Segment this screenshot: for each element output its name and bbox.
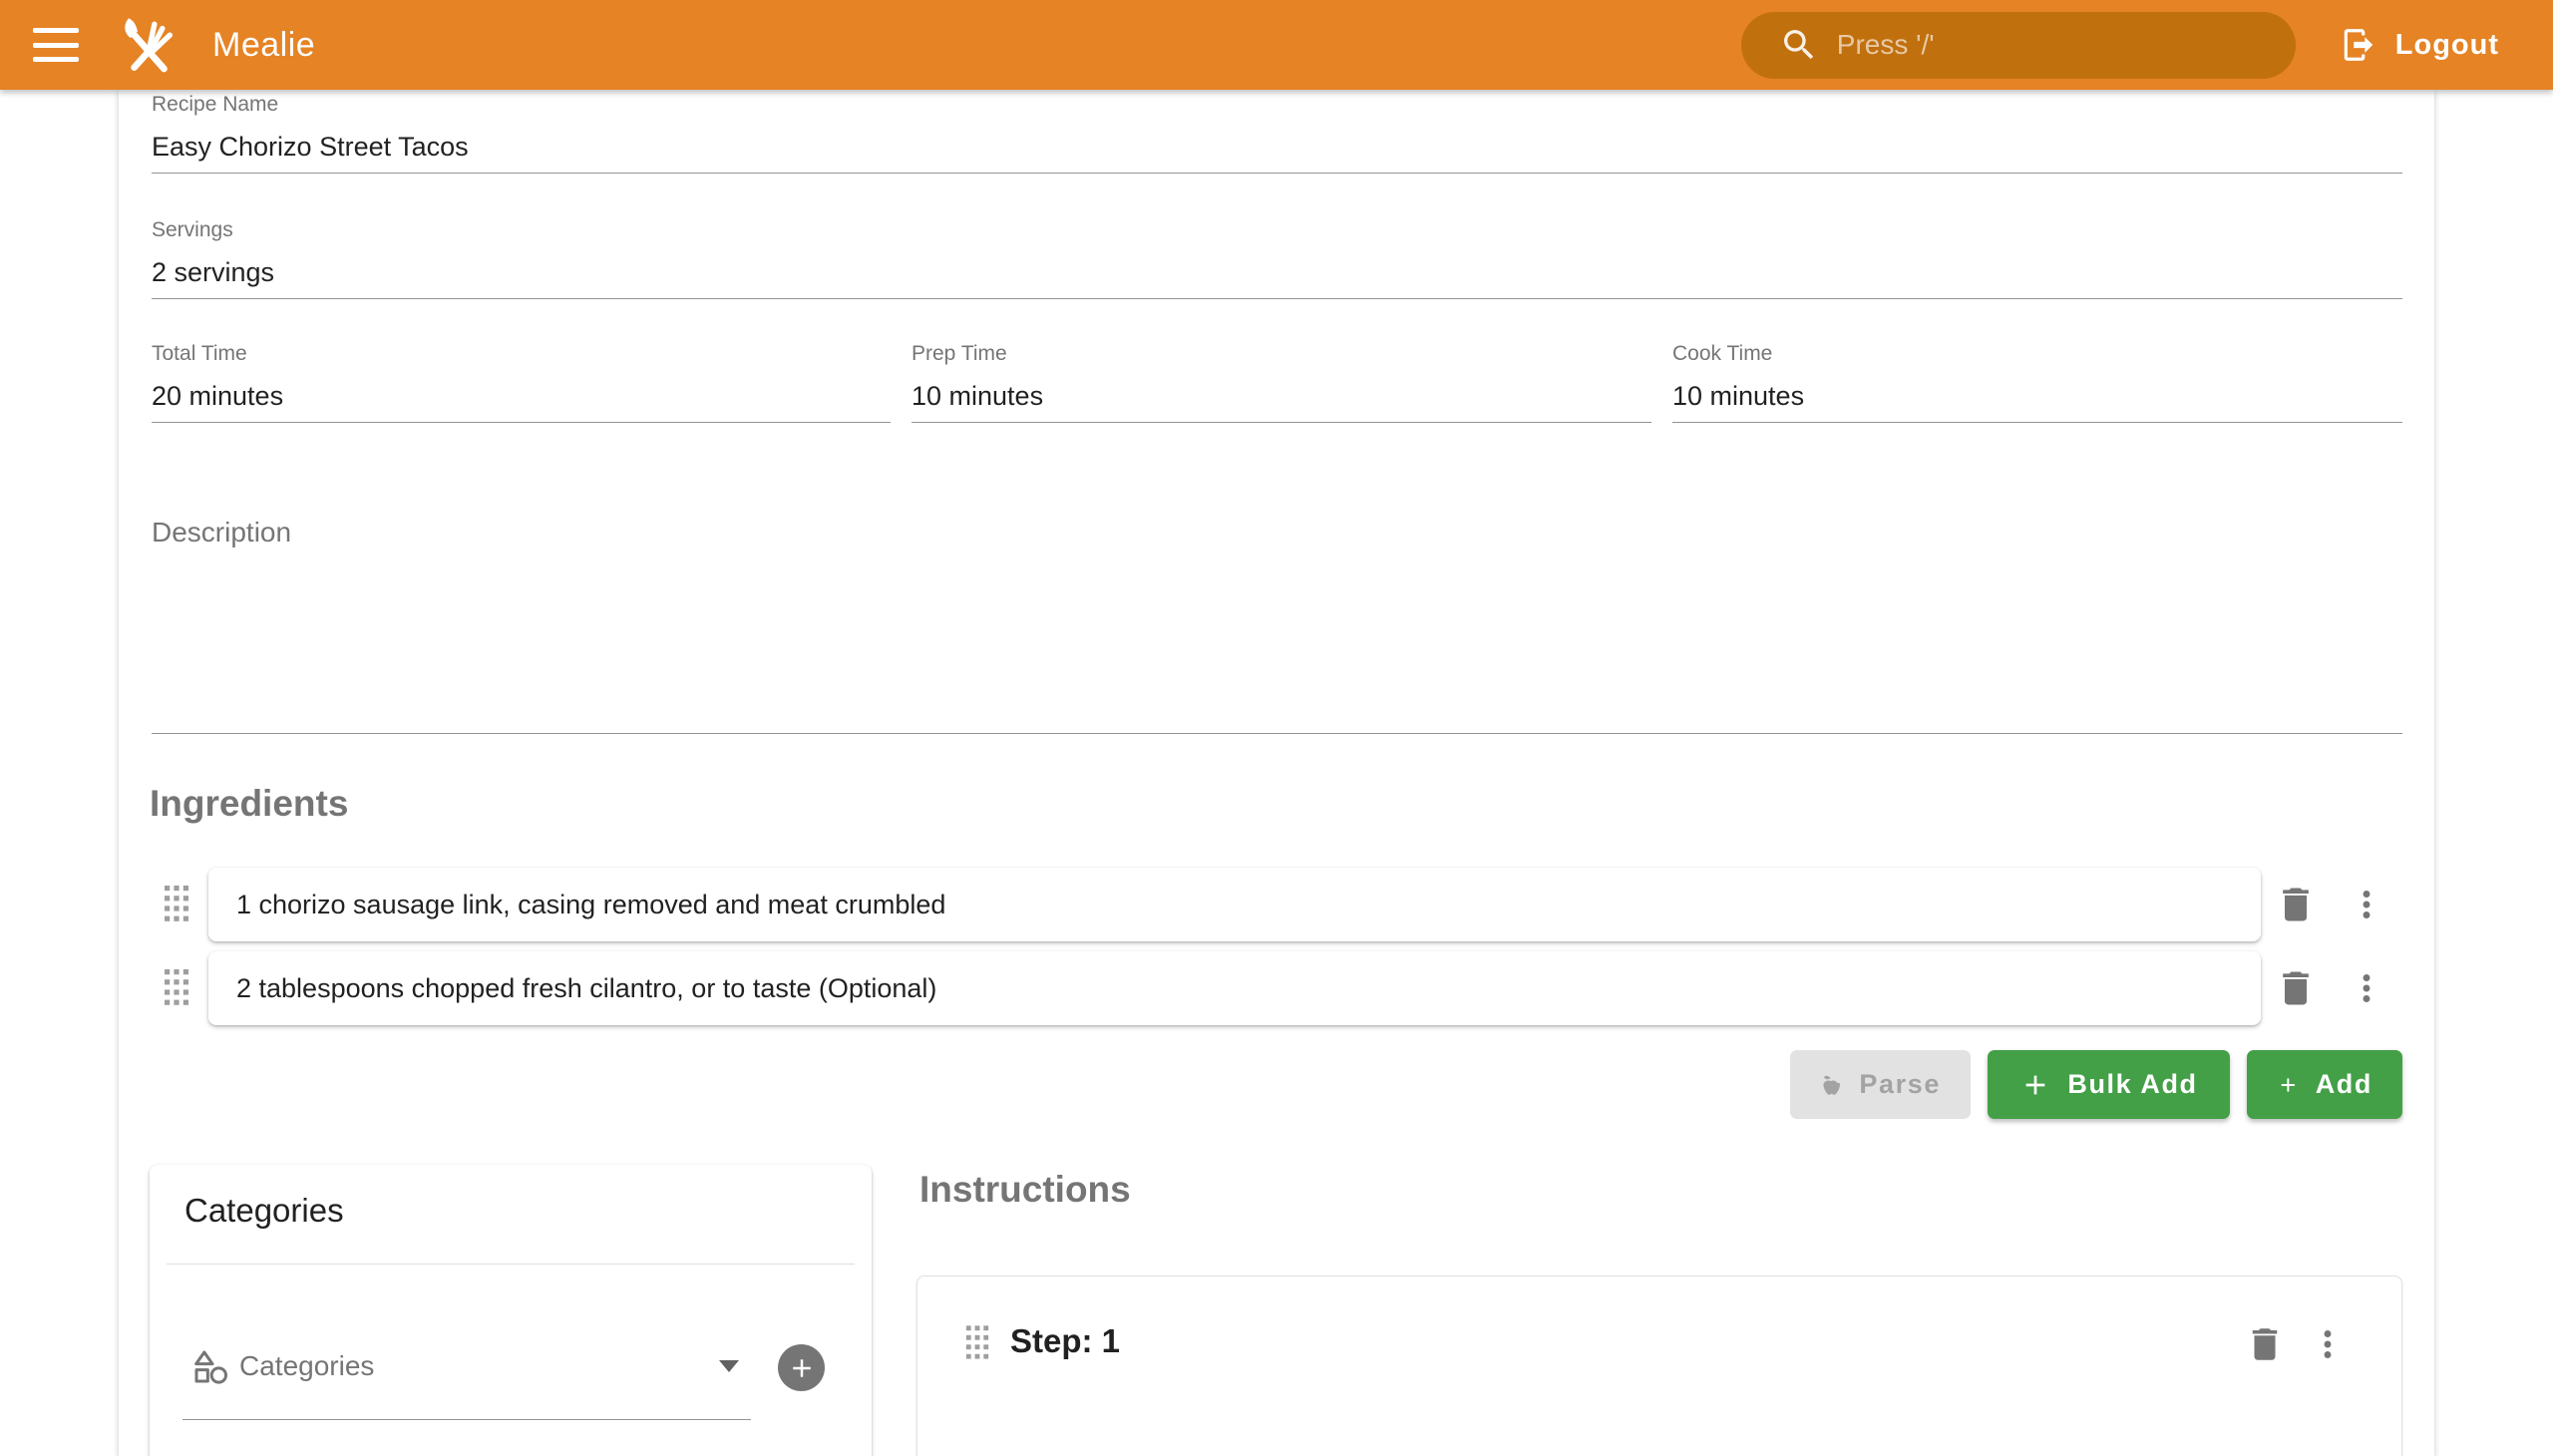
divider xyxy=(167,1264,855,1265)
cook-time-label: Cook Time xyxy=(1672,343,2402,364)
trash-icon xyxy=(2274,883,2318,926)
add-label: Add xyxy=(2316,1069,2372,1100)
search-field[interactable] xyxy=(1741,12,2296,79)
servings-label: Servings xyxy=(152,219,2402,240)
kebab-icon xyxy=(2349,964,2384,1012)
ingredient-menu-button[interactable] xyxy=(2349,961,2384,1015)
menu-button[interactable] xyxy=(33,28,79,62)
step-card: Step: 1 Combine crumbled chorizo and chi… xyxy=(916,1275,2402,1456)
logout-icon xyxy=(2340,26,2377,64)
bulk-add-label: Bulk Add xyxy=(2067,1069,2197,1100)
description-field: Description xyxy=(152,517,2402,734)
apple-icon xyxy=(1820,1069,1843,1101)
silverware-logo-icon xyxy=(117,13,181,77)
step-title: Step: 1 xyxy=(1010,1322,1120,1360)
drag-handle-icon[interactable] xyxy=(163,884,190,925)
servings-field: Servings xyxy=(152,219,2402,299)
search-input[interactable] xyxy=(1837,29,2216,61)
parse-button[interactable]: Parse xyxy=(1790,1050,1971,1119)
trash-icon xyxy=(2274,966,2318,1010)
add-category-button[interactable] xyxy=(778,1344,825,1391)
categories-select[interactable]: Categories xyxy=(182,1332,751,1420)
field-underline xyxy=(152,298,2402,299)
parse-label: Parse xyxy=(1859,1069,1941,1100)
search-icon xyxy=(1779,25,1819,65)
description-label: Description xyxy=(152,517,2402,548)
servings-input[interactable] xyxy=(152,253,2402,291)
total-time-input[interactable] xyxy=(152,377,891,415)
recipe-editor-card: Recipe Name Servings Total Time Prep Tim… xyxy=(119,90,2434,1456)
kebab-icon xyxy=(2349,881,2384,928)
field-underline xyxy=(912,422,1651,423)
step-header: Step: 1 xyxy=(917,1316,2401,1372)
app-title: Mealie xyxy=(212,26,315,65)
ingredient-row xyxy=(119,951,2434,1025)
times-row: Total Time Prep Time Cook Time xyxy=(152,343,2402,423)
ingredient-menu-button[interactable] xyxy=(2349,878,2384,931)
ingredient-row xyxy=(119,868,2434,941)
ingredient-input[interactable] xyxy=(208,951,2261,1025)
step-menu-button[interactable] xyxy=(2310,1317,2346,1371)
field-underline xyxy=(1672,422,2402,423)
bulk-add-button[interactable]: Bulk Add xyxy=(1988,1050,2230,1119)
cook-time-field: Cook Time xyxy=(1672,343,2402,423)
hamburger-icon xyxy=(33,28,79,33)
trash-icon xyxy=(2244,1323,2286,1365)
kebab-icon xyxy=(2310,1321,2346,1367)
recipe-name-field: Recipe Name xyxy=(152,94,2402,174)
logout-label: Logout xyxy=(2395,29,2499,62)
categories-select-label: Categories xyxy=(239,1350,374,1382)
categories-card: Categories Categories xyxy=(150,1165,872,1456)
plus-icon xyxy=(2019,1069,2051,1101)
field-underline xyxy=(152,733,2402,734)
cook-time-input[interactable] xyxy=(1672,377,2402,415)
delete-step-button[interactable] xyxy=(2242,1321,2288,1367)
caret-down-icon xyxy=(719,1360,739,1372)
shapes-icon xyxy=(190,1346,230,1386)
prep-time-field: Prep Time xyxy=(912,343,1651,423)
total-time-field: Total Time xyxy=(152,343,891,423)
recipe-name-input[interactable] xyxy=(152,128,2402,166)
description-textarea[interactable] xyxy=(152,548,2402,726)
recipe-name-label: Recipe Name xyxy=(152,94,2402,115)
prep-time-input[interactable] xyxy=(912,377,1651,415)
ingredients-heading: Ingredients xyxy=(150,783,348,825)
ingredient-input[interactable] xyxy=(208,868,2261,941)
prep-time-label: Prep Time xyxy=(912,343,1651,364)
field-underline xyxy=(182,1419,751,1420)
delete-ingredient-button[interactable] xyxy=(2273,882,2319,927)
plus-icon xyxy=(2277,1069,2300,1101)
field-underline xyxy=(152,173,2402,174)
instructions-heading: Instructions xyxy=(919,1169,1131,1211)
logout-button[interactable]: Logout xyxy=(2328,10,2511,80)
plus-icon xyxy=(787,1353,817,1383)
drag-handle-icon[interactable] xyxy=(163,967,190,1009)
step-drag-handle-icon[interactable] xyxy=(963,1323,991,1365)
categories-title: Categories xyxy=(184,1192,872,1230)
app-bar: Mealie Logout xyxy=(0,0,2553,90)
field-underline xyxy=(152,422,891,423)
total-time-label: Total Time xyxy=(152,343,891,364)
delete-ingredient-button[interactable] xyxy=(2273,965,2319,1011)
add-ingredient-button[interactable]: Add xyxy=(2247,1050,2402,1119)
ingredient-actions: Parse Bulk Add Add xyxy=(152,1050,2402,1119)
